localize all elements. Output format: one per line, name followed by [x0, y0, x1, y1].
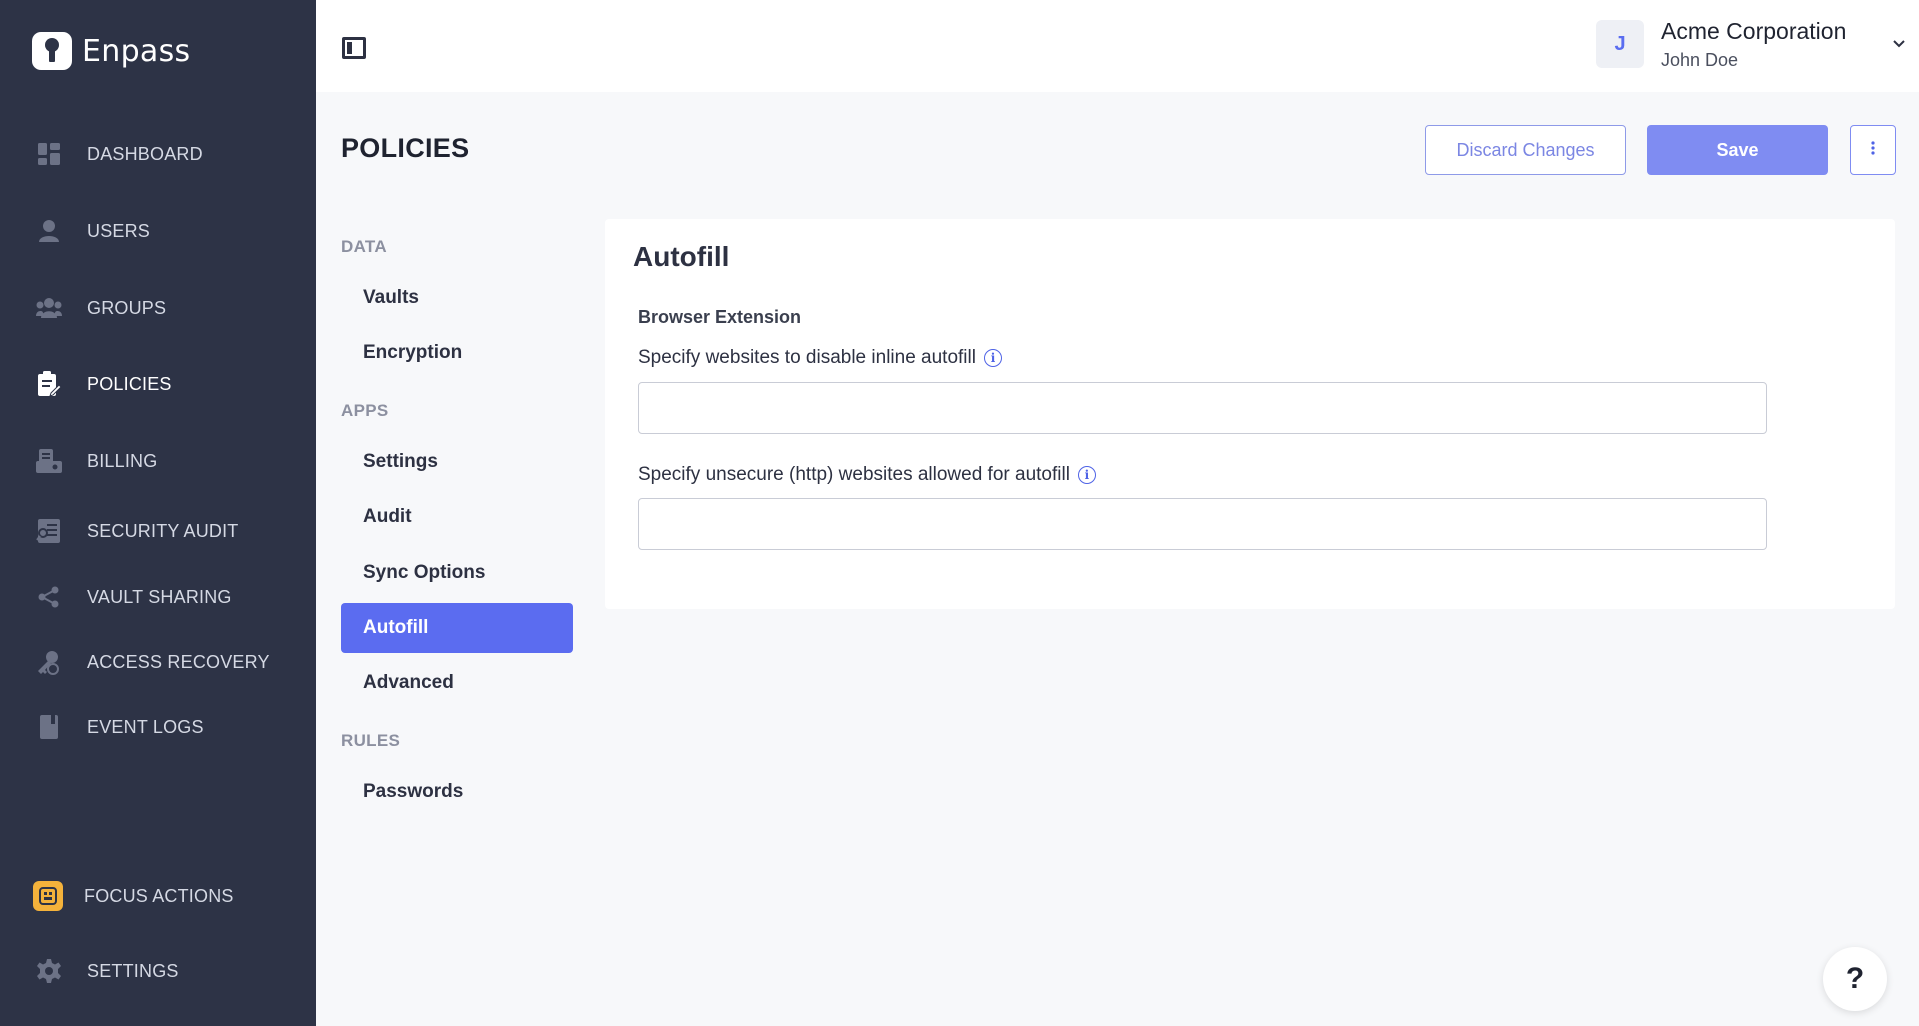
sidebar-item-event-logs[interactable]: EVENT LOGS — [0, 702, 316, 752]
brand-name: Enpass — [82, 33, 191, 69]
field-label-text: Specify unsecure (http) websites allowed… — [638, 464, 1070, 485]
sidebar-item-label: SECURITY AUDIT — [87, 520, 239, 541]
sidebar-item-focus-actions[interactable]: FOCUS ACTIONS — [0, 871, 316, 921]
info-icon[interactable]: i — [983, 349, 1002, 367]
dashboard-icon — [36, 141, 62, 167]
card-title: Autofill — [633, 241, 730, 272]
sidebar-item-dashboard[interactable]: DASHBOARD — [0, 129, 316, 179]
policy-item-autofill[interactable]: Autofill — [341, 603, 573, 653]
sidebar-item-billing[interactable]: BILLING — [0, 436, 316, 486]
discard-changes-button[interactable]: Discard Changes — [1425, 125, 1626, 175]
event-logs-icon — [36, 714, 62, 740]
info-icon[interactable]: i — [1077, 466, 1096, 484]
sidebar-item-label: USERS — [87, 220, 151, 241]
sidebar-item-security-audit[interactable]: SECURITY AUDIT — [0, 506, 316, 556]
avatar: J — [1596, 20, 1644, 68]
access-recovery-icon — [36, 649, 62, 675]
policy-item-vaults[interactable]: Vaults — [341, 273, 573, 323]
help-button[interactable]: ? — [1823, 947, 1887, 1011]
more-options-button[interactable] — [1850, 125, 1896, 175]
sidebar-item-label: FOCUS ACTIONS — [84, 885, 234, 906]
chevron-down-icon[interactable] — [1892, 36, 1906, 54]
policy-item-audit[interactable]: Audit — [341, 492, 573, 542]
field-label-text: Specify websites to disable inline autof… — [638, 347, 976, 368]
user-icon — [36, 218, 62, 244]
sidebar-toggle-icon[interactable] — [342, 37, 366, 59]
disable-inline-autofill-input[interactable] — [638, 382, 1767, 434]
sidebar-item-access-recovery[interactable]: ACCESS RECOVERY — [0, 637, 316, 687]
groups-icon — [36, 295, 62, 321]
page-title: POLICIES — [341, 133, 470, 163]
field-label-disable-inline: Specify websites to disable inline autof… — [638, 347, 1002, 369]
section-label: Browser Extension — [638, 307, 802, 327]
kebab-menu-icon — [1871, 140, 1875, 160]
policy-section-heading: APPS — [341, 401, 389, 420]
sidebar-item-label: BILLING — [87, 450, 158, 471]
sidebar-item-groups[interactable]: GROUPS — [0, 283, 316, 333]
top-bar: J Acme Corporation John Doe — [316, 0, 1919, 92]
sidebar: Enpass DASHBOARD USERS GROUPS POLICIES B… — [0, 0, 316, 1026]
sidebar-item-vault-sharing[interactable]: VAULT SHARING — [0, 572, 316, 622]
policies-icon — [36, 371, 62, 397]
policy-item-passwords[interactable]: Passwords — [341, 767, 573, 817]
policy-item-settings[interactable]: Settings — [341, 437, 573, 487]
sidebar-item-label: EVENT LOGS — [87, 716, 204, 737]
autofill-card: Autofill Browser Extension Specify websi… — [605, 219, 1895, 609]
gear-icon — [36, 958, 62, 984]
org-switcher[interactable]: J Acme Corporation John Doe — [1596, 18, 1919, 74]
field-label-unsecure-http: Specify unsecure (http) websites allowed… — [638, 464, 1096, 486]
user-name: John Doe — [1661, 50, 1739, 70]
policy-section-heading: DATA — [341, 237, 387, 256]
sidebar-item-label: SETTINGS — [87, 960, 179, 981]
brand-logo[interactable]: Enpass — [32, 32, 190, 70]
save-button[interactable]: Save — [1647, 125, 1828, 175]
sidebar-item-label: VAULT SHARING — [87, 586, 232, 607]
sidebar-item-policies[interactable]: POLICIES — [0, 359, 316, 409]
policy-item-encryption[interactable]: Encryption — [341, 328, 573, 378]
sidebar-item-users[interactable]: USERS — [0, 206, 316, 256]
focus-actions-icon — [33, 881, 63, 911]
org-name: Acme Corporation — [1661, 18, 1847, 44]
billing-icon — [36, 448, 62, 474]
sidebar-item-label: POLICIES — [87, 373, 172, 394]
enpass-logo-icon — [32, 32, 72, 70]
policy-section-heading: RULES — [341, 731, 401, 750]
sidebar-item-settings[interactable]: SETTINGS — [0, 946, 316, 996]
unsecure-http-autofill-input[interactable] — [638, 498, 1767, 550]
sidebar-item-label: DASHBOARD — [87, 143, 203, 164]
sidebar-item-label: GROUPS — [87, 297, 167, 318]
security-audit-icon — [36, 518, 62, 544]
policy-item-advanced[interactable]: Advanced — [341, 658, 573, 708]
policy-item-sync-options[interactable]: Sync Options — [341, 548, 573, 598]
sidebar-item-label: ACCESS RECOVERY — [87, 651, 270, 672]
share-icon — [36, 584, 62, 610]
